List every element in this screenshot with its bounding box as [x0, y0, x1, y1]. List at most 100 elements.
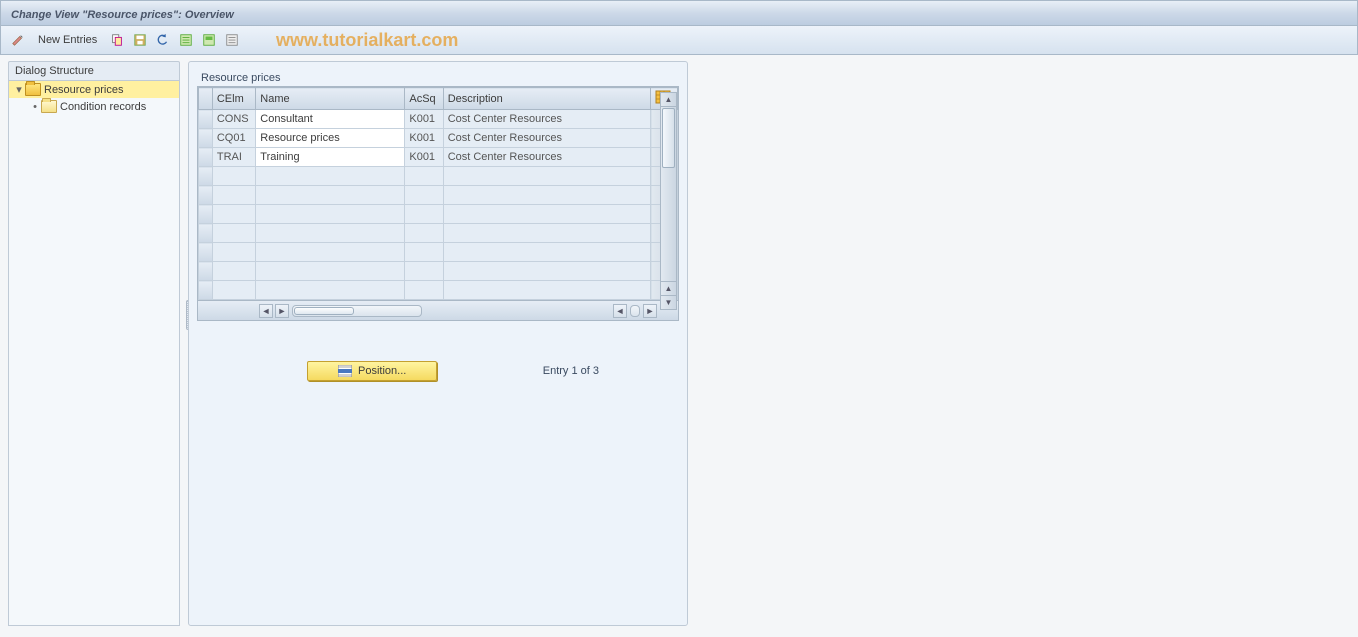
cell-celm[interactable] [212, 186, 255, 205]
table-row [199, 224, 678, 243]
cell-acsq[interactable] [405, 243, 443, 262]
col-name[interactable]: Name [256, 88, 405, 110]
cell-name[interactable] [256, 205, 405, 224]
folder-closed-icon [41, 100, 57, 113]
table-title: Resource prices [197, 70, 679, 86]
row-selector[interactable] [199, 148, 213, 167]
hscroll-left-thumb[interactable] [294, 307, 354, 315]
cell-desc[interactable] [443, 281, 651, 300]
cell-acsq[interactable] [405, 205, 443, 224]
hscroll-right: ◄ ► [612, 304, 658, 318]
page-title: Change View "Resource prices": Overview [11, 9, 234, 21]
cell-desc[interactable] [443, 167, 651, 186]
position-button[interactable]: Position... [307, 361, 437, 381]
position-icon [338, 365, 352, 377]
expander-icon[interactable]: ▾ [13, 83, 25, 96]
select-all-icon[interactable] [177, 31, 195, 49]
table-row: TRAITrainingK001Cost Center Resources [199, 148, 678, 167]
bullet-icon: • [29, 101, 41, 113]
cell-acsq[interactable]: K001 [405, 129, 443, 148]
vscroll-up-arrow[interactable]: ▲ [661, 93, 676, 107]
cell-acsq[interactable] [405, 262, 443, 281]
col-acsq[interactable]: AcSq [405, 88, 443, 110]
watermark-text: www.tutorialkart.com [276, 30, 458, 51]
dialog-structure-panel: Dialog Structure ▾ Resource prices • Con… [8, 61, 180, 626]
row-selector[interactable] [199, 205, 213, 224]
row-selector[interactable] [199, 110, 213, 129]
cell-desc[interactable] [443, 205, 651, 224]
table-header-row: CElm Name AcSq Description [199, 88, 678, 110]
row-selector[interactable] [199, 281, 213, 300]
vscroll-thumb[interactable] [662, 108, 675, 168]
main-area: Dialog Structure ▾ Resource prices • Con… [0, 55, 1358, 632]
vscroll-down-arrow[interactable]: ▲ [661, 281, 676, 295]
cell-celm[interactable]: CONS [212, 110, 255, 129]
cell-name[interactable]: Training [256, 148, 405, 167]
cell-celm[interactable] [212, 224, 255, 243]
resource-prices-panel: Resource prices CElm Name AcSq Descripti… [188, 61, 688, 626]
cell-desc[interactable]: Cost Center Resources [443, 148, 651, 167]
hscroll-left-track[interactable] [292, 305, 422, 317]
hscroll-row: ◄ ► ◄ ► [198, 300, 678, 320]
copy-icon[interactable] [108, 31, 126, 49]
save-icon[interactable] [131, 31, 149, 49]
cell-desc[interactable]: Cost Center Resources [443, 110, 651, 129]
cell-desc[interactable] [443, 186, 651, 205]
toggle-change-icon[interactable] [9, 31, 27, 49]
col-celm[interactable]: CElm [212, 88, 255, 110]
folder-open-icon [25, 83, 41, 96]
cell-celm[interactable] [212, 205, 255, 224]
tree-item-condition-records[interactable]: • Condition records [9, 98, 179, 115]
cell-celm[interactable]: TRAI [212, 148, 255, 167]
deselect-all-icon[interactable] [223, 31, 241, 49]
new-entries-button[interactable]: New Entries [32, 34, 103, 46]
cell-acsq[interactable]: K001 [405, 148, 443, 167]
cell-acsq[interactable] [405, 167, 443, 186]
cell-name[interactable] [256, 186, 405, 205]
cell-celm[interactable]: CQ01 [212, 129, 255, 148]
row-selector[interactable] [199, 224, 213, 243]
cell-acsq[interactable]: K001 [405, 110, 443, 129]
vscroll-down-arrow-2[interactable]: ▼ [661, 295, 676, 309]
table-row: CONSConsultantK001Cost Center Resources [199, 110, 678, 129]
row-selector-header[interactable] [199, 88, 213, 110]
cell-celm[interactable] [212, 262, 255, 281]
cell-acsq[interactable] [405, 224, 443, 243]
hscroll-right-arrow-l[interactable]: ◄ [613, 304, 627, 318]
row-selector[interactable] [199, 262, 213, 281]
table-footer: Position... Entry 1 of 3 [197, 361, 679, 389]
row-selector[interactable] [199, 186, 213, 205]
cell-celm[interactable] [212, 281, 255, 300]
hscroll-left-arrow-r[interactable]: ► [275, 304, 289, 318]
hscroll-left-arrow-l[interactable]: ◄ [259, 304, 273, 318]
cell-name[interactable] [256, 262, 405, 281]
undo-icon[interactable] [154, 31, 172, 49]
cell-acsq[interactable] [405, 186, 443, 205]
cell-desc[interactable] [443, 243, 651, 262]
tree-item-label: Condition records [60, 101, 146, 113]
page-title-bar: Change View "Resource prices": Overview [0, 0, 1358, 26]
tree-item-resource-prices[interactable]: ▾ Resource prices [9, 81, 179, 98]
cell-desc[interactable] [443, 224, 651, 243]
cell-celm[interactable] [212, 243, 255, 262]
cell-name[interactable] [256, 243, 405, 262]
cell-name[interactable] [256, 224, 405, 243]
select-block-icon[interactable] [200, 31, 218, 49]
cell-name[interactable] [256, 281, 405, 300]
cell-desc[interactable] [443, 262, 651, 281]
hscroll-left: ◄ ► [258, 304, 424, 318]
row-selector[interactable] [199, 243, 213, 262]
hscroll-right-track[interactable] [630, 305, 640, 317]
col-description[interactable]: Description [443, 88, 651, 110]
cell-name[interactable] [256, 167, 405, 186]
cell-desc[interactable]: Cost Center Resources [443, 129, 651, 148]
cell-acsq[interactable] [405, 281, 443, 300]
hscroll-right-arrow-r[interactable]: ► [643, 304, 657, 318]
cell-name[interactable]: Resource prices [256, 129, 405, 148]
table-row [199, 205, 678, 224]
row-selector[interactable] [199, 129, 213, 148]
cell-name[interactable]: Consultant [256, 110, 405, 129]
cell-celm[interactable] [212, 167, 255, 186]
row-selector[interactable] [199, 167, 213, 186]
table-row [199, 281, 678, 300]
